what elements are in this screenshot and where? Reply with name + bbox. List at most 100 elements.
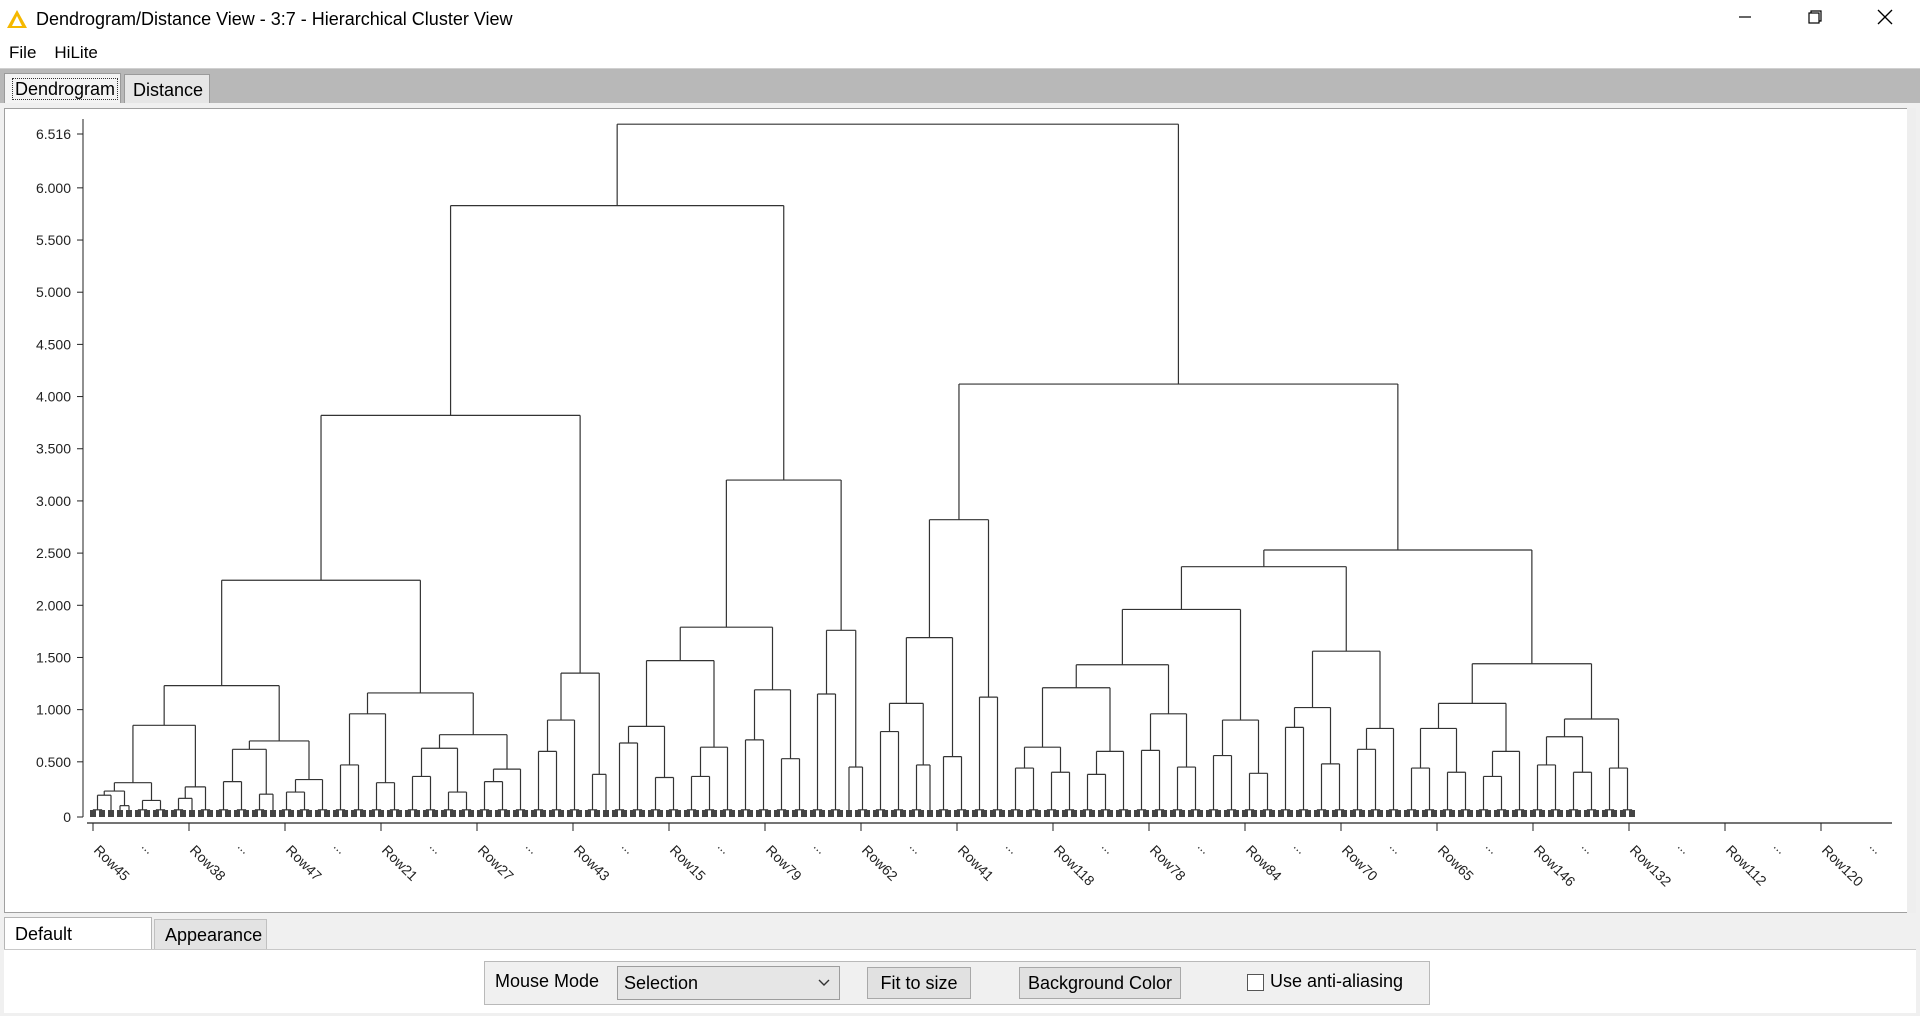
leaf-marker: [558, 810, 564, 817]
leaf-marker: [189, 810, 195, 817]
x-tick-ellipsis: ...: [1291, 839, 1309, 857]
leaf-marker: [405, 810, 411, 817]
anti-aliasing-checkbox[interactable]: [1247, 974, 1264, 991]
leaf-marker: [90, 810, 96, 817]
fit-to-size-button[interactable]: Fit to size: [867, 967, 971, 999]
y-tick-label: 6.000: [36, 180, 71, 196]
leaf-marker: [1422, 810, 1428, 817]
leaf-marker: [594, 810, 600, 817]
leaf-marker: [981, 810, 987, 817]
leaf-marker: [1161, 810, 1167, 817]
x-tick-label: Row84: [1243, 842, 1285, 884]
y-tick-label: 3.500: [36, 441, 71, 457]
leaf-marker: [1404, 810, 1410, 817]
leaf-marker: [846, 810, 852, 817]
leaf-marker: [1098, 810, 1104, 817]
x-tick-ellipsis: ...: [235, 839, 253, 857]
x-tick-ellipsis: ...: [1867, 839, 1885, 857]
window-title: Dendrogram/Distance View - 3:7 - Hierarc…: [36, 8, 513, 29]
x-tick-label: Row112: [1723, 842, 1770, 889]
leaf-marker: [576, 810, 582, 817]
leaf-marker: [612, 810, 618, 817]
minimize-button[interactable]: [1710, 0, 1780, 34]
leaf-marker: [513, 810, 519, 817]
leaf-marker: [216, 810, 222, 817]
background-color-button[interactable]: Background Color: [1019, 967, 1181, 999]
leaf-marker: [738, 810, 744, 817]
menu-file[interactable]: File: [0, 38, 45, 68]
leaf-marker: [396, 810, 402, 817]
leaf-marker: [1107, 810, 1113, 817]
leaf-marker: [378, 810, 384, 817]
y-tick-label: 4.500: [36, 336, 71, 352]
leaf-marker: [999, 810, 1005, 817]
leaf-marker: [351, 810, 357, 817]
leaf-marker: [855, 810, 861, 817]
leaf-marker: [522, 810, 528, 817]
tab-dendrogram[interactable]: Dendrogram: [4, 73, 121, 103]
x-tick-label: Row38: [187, 842, 229, 884]
leaf-marker: [360, 810, 366, 817]
x-tick-label: Row15: [667, 842, 709, 884]
leaf-marker: [828, 810, 834, 817]
leaf-marker: [1332, 810, 1338, 817]
leaf-marker: [684, 810, 690, 817]
leaf-marker: [1413, 810, 1419, 817]
leaf-marker: [675, 810, 681, 817]
leaf-marker: [153, 810, 159, 817]
restore-icon: [1808, 10, 1822, 24]
x-tick-label: Row62: [859, 842, 901, 884]
leaf-marker: [333, 810, 339, 817]
tab-default-settings[interactable]: Default Settings: [4, 917, 152, 976]
leaf-marker: [441, 810, 447, 817]
leaf-marker: [144, 810, 150, 817]
tab-appearance[interactable]: Appearance: [154, 919, 267, 949]
leaf-marker: [126, 810, 132, 817]
tab-distance[interactable]: Distance: [124, 74, 210, 103]
leaf-marker: [621, 810, 627, 817]
leaf-marker: [1206, 810, 1212, 817]
leaf-marker: [99, 810, 105, 817]
menu-hilite[interactable]: HiLite: [45, 38, 106, 68]
x-tick-label: Row65: [1435, 842, 1477, 884]
minimize-icon: [1739, 16, 1751, 18]
settings-controls: Mouse Mode Selection Fit to size Backgro…: [484, 961, 1430, 1005]
leaf-marker: [639, 810, 645, 817]
leaf-marker: [1170, 810, 1176, 817]
leaf-marker: [756, 810, 762, 817]
leaf-marker: [792, 810, 798, 817]
dendrogram-panel[interactable]: 0 0.500 1.000 1.500 2.000 2.500 3.000 3.500 4.00…: [4, 108, 1916, 913]
close-button[interactable]: [1850, 0, 1920, 34]
leaf-marker: [198, 810, 204, 817]
x-tick-label: Row146: [1531, 842, 1579, 890]
leaf-marker: [1539, 810, 1545, 817]
leaf-marker: [1053, 810, 1059, 817]
restore-button[interactable]: [1780, 0, 1850, 34]
leaf-marker: [1341, 810, 1347, 817]
x-tick-ellipsis: ...: [1483, 839, 1501, 857]
x-tick-label: Row45: [91, 842, 133, 884]
y-tick-label: 6.516: [36, 126, 71, 142]
leaf-marker: [1251, 810, 1257, 817]
leaf-marker: [927, 810, 933, 817]
tab-appearance-label: Appearance: [165, 925, 263, 945]
x-tick-ellipsis: ...: [1771, 839, 1789, 857]
x-tick-label: Row132: [1627, 842, 1675, 890]
leaf-marker: [1215, 810, 1221, 817]
leaf-marker: [1557, 810, 1563, 817]
plot-gutter: [1907, 108, 1916, 913]
leaf-marker: [306, 810, 312, 817]
leaf-marker: [1377, 810, 1383, 817]
x-tick-ellipsis: ...: [1579, 839, 1597, 857]
leaf-marker: [819, 810, 825, 817]
leaf-marker: [117, 810, 123, 817]
leaf-marker: [1116, 810, 1122, 817]
dendrogram-chart[interactable]: 0 0.500 1.000 1.500 2.000 2.500 3.000 3.500 4.00…: [5, 109, 1905, 912]
leaf-marker: [243, 810, 249, 817]
leaf-marker: [774, 810, 780, 817]
mouse-mode-select[interactable]: Selection: [617, 966, 840, 1000]
leaf-marker: [279, 810, 285, 817]
warning-triangle-icon: [7, 10, 27, 28]
mouse-mode-label: Mouse Mode: [495, 971, 600, 991]
leaf-marker: [1143, 810, 1149, 817]
